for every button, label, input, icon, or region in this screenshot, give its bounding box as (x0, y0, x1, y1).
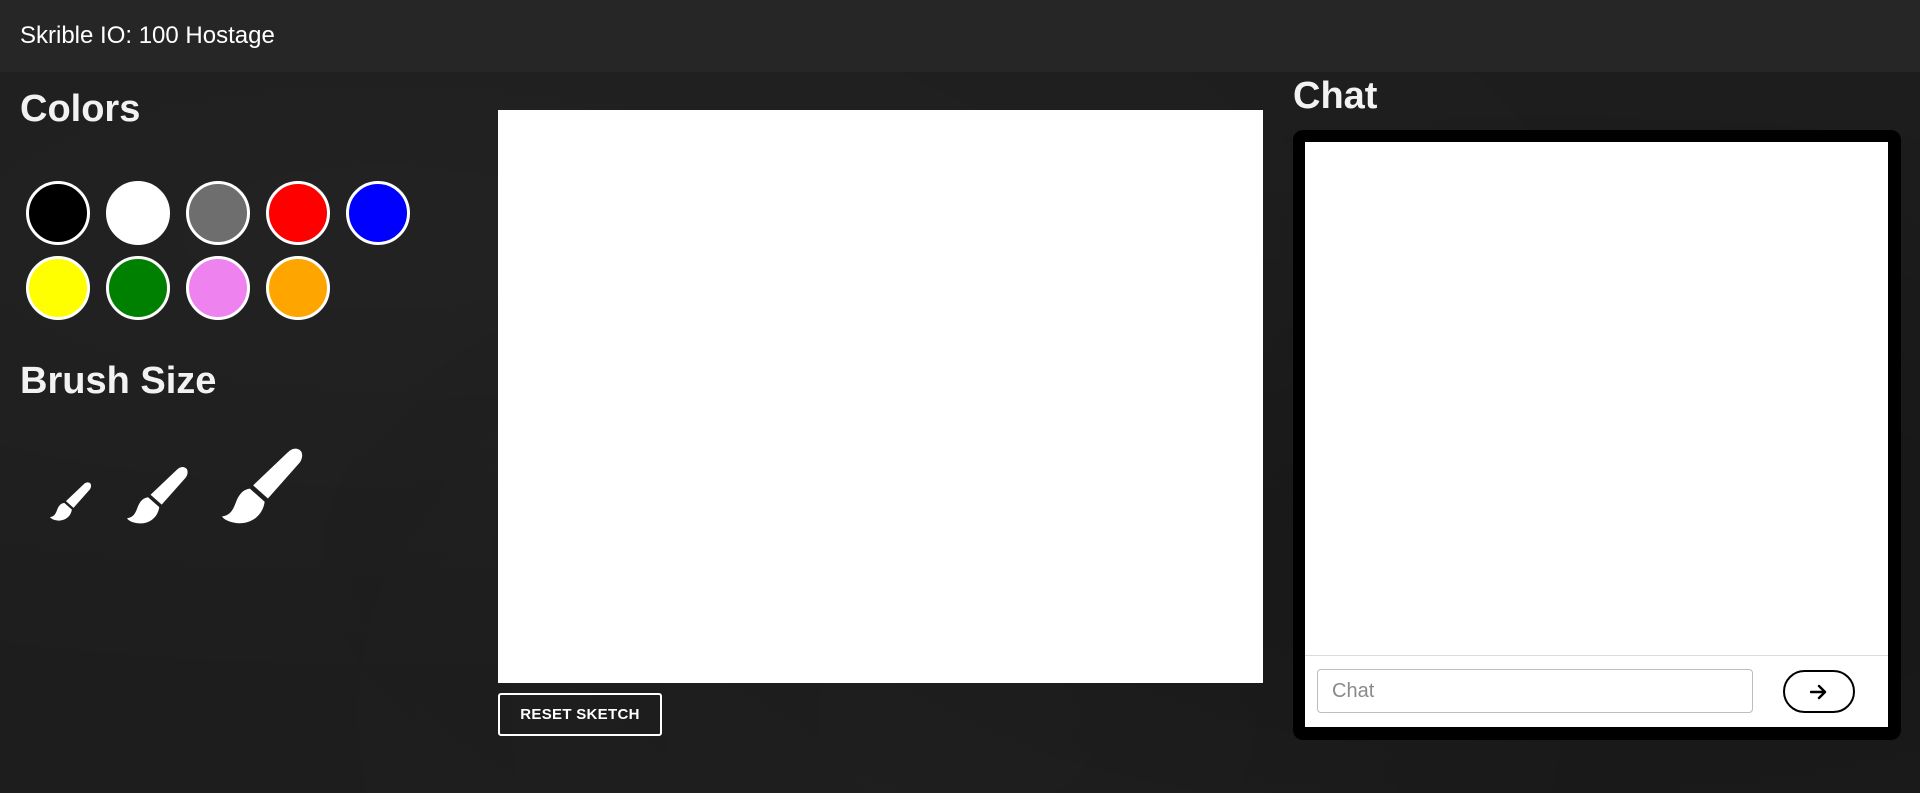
top-app-bar: Skrible IO: 100 Hostage (0, 0, 1920, 72)
send-message-button[interactable] (1783, 670, 1855, 713)
color-swatch-black[interactable] (26, 181, 90, 245)
chat-divider (1305, 655, 1888, 656)
paint-brush-icon (222, 448, 303, 524)
brush-size-medium-button[interactable] (127, 465, 189, 527)
chat-messages-area[interactable] (1305, 142, 1888, 655)
color-swatch-blue[interactable] (346, 181, 410, 245)
brush-size-small-button[interactable] (50, 481, 92, 523)
color-swatch-green[interactable] (106, 256, 170, 320)
color-swatch-white[interactable] (106, 181, 170, 245)
reset-sketch-button[interactable]: RESET SKETCH (498, 693, 662, 736)
brush-size-heading: Brush Size (20, 360, 217, 402)
arrow-right-icon (1810, 684, 1827, 699)
color-swatch-orange[interactable] (266, 256, 330, 320)
app-title: Skrible IO: 100 Hostage (20, 22, 275, 49)
color-swatch-red[interactable] (266, 181, 330, 245)
color-swatch-yellow[interactable] (26, 256, 90, 320)
chat-panel (1293, 130, 1901, 740)
colors-heading: Colors (20, 88, 141, 130)
chat-box (1305, 142, 1888, 727)
color-swatch-violet[interactable] (186, 256, 250, 320)
brush-size-large-button[interactable] (222, 446, 304, 528)
sketch-canvas[interactable] (498, 110, 1263, 683)
paint-brush-icon (127, 466, 188, 524)
color-swatch-gray[interactable] (186, 181, 250, 245)
chat-input[interactable] (1317, 669, 1753, 713)
chat-heading: Chat (1293, 75, 1378, 117)
paint-brush-icon (50, 482, 92, 521)
